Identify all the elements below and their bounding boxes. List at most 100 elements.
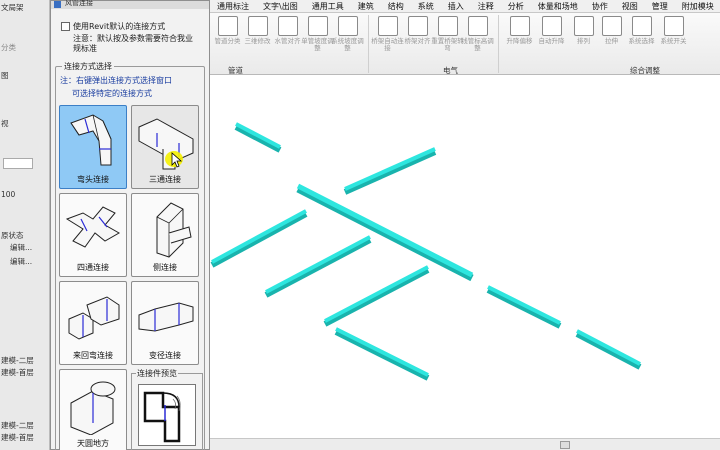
duct-connection-dialog: 风管连接 使用Revit默认的连接方式 注意：默认按及参数需要符合我业规标准 连… (50, 0, 210, 450)
drawing-canvas[interactable] (210, 76, 720, 438)
duct-segment[interactable] (343, 149, 437, 195)
offset-icon (509, 16, 530, 36)
edit-button[interactable]: 编辑... (10, 256, 32, 267)
duct-segment[interactable] (324, 265, 429, 323)
ribbon-button-align[interactable]: 水管对齐 (274, 16, 301, 64)
duct-segment[interactable] (234, 124, 282, 153)
view-item[interactable]: 建模-首层 (1, 367, 34, 378)
offset-connection-tile[interactable]: 来回弯连接 (59, 281, 127, 365)
connector-preview: 连接件预览 (131, 368, 203, 450)
duct-segment[interactable] (235, 122, 281, 149)
value-field[interactable]: 100 (1, 190, 15, 199)
panel-item: 视 (1, 119, 9, 128)
menu-item[interactable]: 结构 (381, 0, 411, 12)
use-revit-label: 使用Revit默认的连接方式 (73, 22, 166, 31)
transition-connection-tile[interactable]: 天圆地方 (59, 369, 127, 450)
menu-item[interactable]: 通用工具 (305, 0, 351, 12)
preview-canvas (138, 384, 196, 446)
switch-icon (663, 16, 684, 36)
cross-icon (65, 206, 121, 248)
duct-segment[interactable] (576, 329, 641, 366)
pipe-icon (217, 16, 238, 36)
ribbon-button-stretch[interactable]: 拉伸 (598, 16, 625, 64)
duct-segment[interactable] (265, 235, 371, 294)
duct-segment[interactable] (344, 147, 436, 191)
slope-icon (337, 16, 358, 36)
app-icon (54, 1, 61, 8)
tray-icon (407, 16, 428, 36)
menu-item[interactable]: 插入 (441, 0, 471, 12)
duct-segment[interactable] (575, 331, 642, 370)
arrange-icon (573, 16, 594, 36)
menu-item[interactable]: 体量和场地 (531, 0, 585, 12)
tray-icon (437, 16, 458, 36)
duct-segment[interactable] (334, 329, 430, 381)
menu-item[interactable]: 建筑 (351, 0, 381, 12)
group-title: 连接方式选择 (62, 61, 114, 72)
pipe-icon (247, 16, 268, 36)
duct-segment[interactable] (323, 267, 430, 327)
offset-icon (541, 16, 562, 36)
menu-item[interactable]: 管理 (645, 0, 675, 12)
properties-panel: 文局架 分类 图 视 100 原状态 编辑... 编辑... 建模-二层 建模-… (0, 0, 50, 450)
menu-item[interactable]: 协作 (585, 0, 615, 12)
dialog-titlebar[interactable]: 风管连接 (51, 0, 209, 9)
view-item[interactable]: 建模-首层 (1, 432, 34, 443)
ribbon-button-arrange[interactable]: 排列 (570, 16, 597, 64)
edit-button[interactable]: 编辑... (10, 242, 32, 253)
app-window: 文局架 分类 图 视 100 原状态 编辑... 编辑... 建模-二层 建模-… (0, 0, 720, 450)
use-revit-option[interactable]: 使用Revit默认的连接方式 (61, 21, 165, 32)
menu-item[interactable]: 附加模块 (675, 0, 720, 12)
cross-connection-tile[interactable]: 四通连接 (59, 193, 127, 277)
ribbon-button-conduit-level[interactable]: 线管标高调整 (461, 16, 494, 64)
ribbon-button-system-select[interactable]: 系统选择 (628, 16, 655, 64)
panel-item: 图 (1, 71, 9, 80)
view-item[interactable]: 建模-二层 (1, 420, 34, 431)
stretch-icon (601, 16, 622, 36)
duct-segment[interactable] (335, 327, 429, 377)
ribbon-button-pipe-class[interactable]: 管道分类 (214, 16, 241, 64)
type-dropdown[interactable] (3, 158, 33, 169)
ribbon-button-system-slope[interactable]: 系统坡度调整 (331, 16, 364, 64)
menu-item[interactable]: 分析 (501, 0, 531, 12)
ribbon-panel: 管道分类 三维修改 水管对齐 单管坡度调整 系统坡度调整 桥架自动连接 桥架对齐… (210, 13, 720, 75)
menu-item[interactable]: 通用标注 (210, 0, 256, 12)
ribbon-button-offset[interactable]: 升降偏移 (506, 16, 533, 64)
tee-icon (138, 118, 194, 170)
duct-segment[interactable] (487, 285, 561, 325)
ribbon-button-slope[interactable]: 单管坡度调整 (301, 16, 334, 64)
tile-label: 变径连接 (149, 351, 181, 360)
elbow-connection-tile[interactable]: 弯头连接 (59, 105, 127, 189)
duct-segment[interactable] (211, 209, 307, 264)
ribbon-button-auto-lift[interactable]: 自动升降 (538, 16, 565, 64)
view-control-bar (210, 438, 720, 450)
tile-label: 四通连接 (77, 263, 109, 272)
duct-segment[interactable] (264, 237, 372, 298)
duct-segment[interactable] (210, 211, 308, 268)
menu-item[interactable]: 注释 (471, 0, 501, 12)
ribbon-button-3d-modify[interactable]: 三维修改 (244, 16, 271, 64)
elbow-icon (70, 114, 112, 166)
preview-title: 连接件预览 (136, 368, 178, 379)
menu-item[interactable]: 系统 (411, 0, 441, 12)
ribbon-button-tray-connect[interactable]: 桥架自动连接 (371, 16, 404, 64)
hint-text: 可选择特定的连接方式 (72, 89, 152, 98)
tile-label: 弯头连接 (77, 175, 109, 184)
menu-item[interactable]: 文字\出图 (256, 0, 305, 12)
align-icon (277, 16, 298, 36)
view-item[interactable]: 建模-二层 (1, 355, 34, 366)
ribbon-button-tray-align[interactable]: 桥架对齐 (404, 16, 431, 64)
ribbon-button-system-switch[interactable]: 系统开关 (660, 16, 687, 64)
use-revit-checkbox[interactable] (61, 22, 70, 31)
offset-icon (68, 296, 120, 340)
tee-connection-tile[interactable]: 三通连接 (131, 105, 199, 189)
panel-item[interactable]: 分类 (1, 42, 16, 53)
panel-tab[interactable]: 文局架 (1, 2, 24, 13)
reducer-connection-tile[interactable]: 变径连接 (131, 281, 199, 365)
ribbon-button-tray-reset[interactable]: 重置桥架转弯 (431, 16, 464, 64)
side-connection-tile[interactable]: 侧连接 (131, 193, 199, 277)
duct-segment[interactable] (486, 287, 562, 329)
menu-item[interactable]: 视图 (615, 0, 645, 12)
horizontal-scrollbar[interactable] (560, 441, 570, 449)
tile-label: 侧连接 (153, 263, 177, 272)
